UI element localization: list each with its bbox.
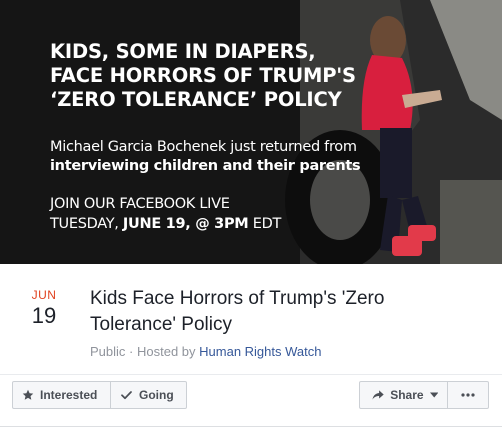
event-meta: Public · Hosted by Human Rights Watch <box>90 344 321 359</box>
event-info: JUN 19 Kids Face Horrors of Trump's 'Zer… <box>0 264 502 374</box>
caret-down-icon <box>429 392 438 398</box>
cover-headline-line: FACE HORRORS OF TRUMP'S <box>50 64 356 87</box>
star-icon <box>22 389 34 400</box>
share-arrow-icon <box>372 390 384 400</box>
event-visibility: Public <box>90 344 126 359</box>
event-host-link[interactable]: Human Rights Watch <box>199 344 321 359</box>
cover-cta-line: JOIN OUR FACEBOOK LIVE <box>50 196 230 212</box>
cover-subline-line: Michael Garcia Bochenek just returned fr… <box>50 139 357 155</box>
cover-headline: KIDS, SOME IN DIAPERS, FACE HORRORS OF T… <box>50 40 370 112</box>
cover-cta-day: TUESDAY, <box>50 216 119 232</box>
share-button[interactable]: Share <box>359 381 448 409</box>
hosted-by-label: Hosted by <box>136 344 200 359</box>
going-button[interactable]: Going <box>110 381 187 409</box>
cover-headline-line: ‘ZERO TOLERANCE’ POLICY <box>50 88 342 111</box>
cover-cta-line: TUESDAY, JUNE 19, @ 3PM EDT <box>50 214 370 234</box>
meta-separator: · <box>125 344 137 359</box>
event-date-day: 19 <box>31 303 57 328</box>
event-card: KIDS, SOME IN DIAPERS, FACE HORRORS OF T… <box>0 0 502 427</box>
cover-cta-date-time: JUNE 19, @ 3PM <box>122 216 249 232</box>
event-cover-image[interactable]: KIDS, SOME IN DIAPERS, FACE HORRORS OF T… <box>0 0 502 264</box>
interested-button[interactable]: Interested <box>12 381 111 409</box>
event-title[interactable]: Kids Face Horrors of Trump's 'Zero Toler… <box>90 286 470 338</box>
share-label: Share <box>390 388 424 402</box>
cover-subline: Michael Garcia Bochenek just returned fr… <box>50 138 370 176</box>
ellipsis-icon <box>461 393 475 397</box>
cover-cta-timezone: EDT <box>252 216 282 232</box>
cover-headline-line: KIDS, SOME IN DIAPERS, <box>50 40 316 63</box>
going-label: Going <box>139 388 174 402</box>
event-date-month: JUN <box>31 288 57 302</box>
interested-label: Interested <box>40 388 98 402</box>
checkmark-icon <box>121 391 132 400</box>
more-options-button[interactable] <box>447 381 489 409</box>
cover-subline-line: interviewing children and their parents <box>50 158 361 174</box>
event-action-bar: Interested Going Share <box>0 374 502 427</box>
event-date: JUN 19 <box>22 288 66 330</box>
cover-cta: JOIN OUR FACEBOOK LIVE TUESDAY, JUNE 19,… <box>50 194 370 234</box>
